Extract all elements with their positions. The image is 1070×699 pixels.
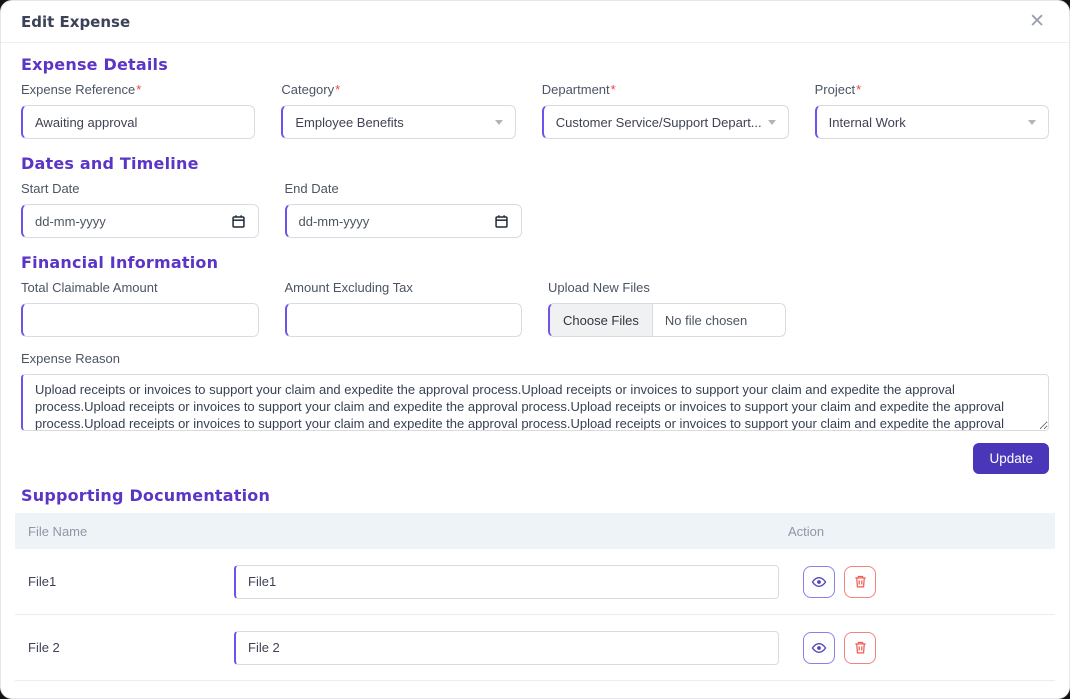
field-expense-reference: Expense Reference* (21, 82, 255, 139)
end-date-label: End Date (285, 181, 523, 196)
expense-reason-label: Expense Reason (21, 351, 1049, 366)
file-chosen-status: No file chosen (653, 313, 759, 328)
section-heading-expense-details: Expense Details (21, 55, 1049, 74)
category-selected-value: Employee Benefits (295, 115, 403, 130)
department-selected-value: Customer Service/Support Depart... (556, 115, 762, 130)
project-selected-value: Internal Work (829, 115, 906, 130)
field-expense-reason: Expense Reason Upload receipts or invoic… (21, 351, 1049, 431)
field-end-date: End Date dd-mm-yyyy (285, 181, 523, 238)
chevron-down-icon (1028, 120, 1036, 125)
file-name-input[interactable] (234, 631, 779, 665)
modal-header: Edit Expense ✕ (1, 1, 1069, 43)
department-select[interactable]: Customer Service/Support Depart... (542, 105, 789, 139)
view-file-button[interactable] (803, 566, 835, 598)
modal-title: Edit Expense (21, 13, 130, 31)
trash-icon (853, 574, 868, 589)
required-asterisk: * (335, 82, 340, 97)
delete-file-button[interactable] (844, 566, 876, 598)
total-claimable-label: Total Claimable Amount (21, 280, 259, 295)
table-row: File 2 (15, 615, 1055, 681)
trash-icon (853, 640, 868, 655)
expense-details-grid: Expense Reference* Category* Employee Be… (21, 82, 1049, 139)
update-row: Update (1, 443, 1069, 474)
required-asterisk: * (611, 82, 616, 97)
expense-reference-input[interactable] (21, 105, 255, 139)
row-actions (803, 632, 876, 664)
field-department: Department* Customer Service/Support Dep… (542, 82, 789, 139)
eye-icon (811, 574, 827, 590)
supporting-documentation-section: Supporting Documentation File Name Actio… (1, 486, 1069, 681)
chevron-down-icon (495, 120, 503, 125)
delete-file-button[interactable] (844, 632, 876, 664)
start-date-label: Start Date (21, 181, 259, 196)
field-project: Project* Internal Work (815, 82, 1049, 139)
chevron-down-icon (768, 120, 776, 125)
choose-files-button[interactable]: Choose Files (550, 304, 653, 336)
end-date-placeholder: dd-mm-yyyy (299, 214, 370, 229)
required-asterisk: * (856, 82, 861, 97)
file-upload-input[interactable]: Choose Files No file chosen (548, 303, 786, 337)
field-upload-files: Upload New Files Choose Files No file ch… (548, 280, 786, 337)
update-button[interactable]: Update (973, 443, 1049, 474)
amount-excluding-tax-input[interactable] (285, 303, 523, 337)
row-actions (803, 566, 876, 598)
section-heading-dates: Dates and Timeline (21, 154, 1049, 173)
category-label: Category* (281, 82, 515, 97)
close-icon[interactable]: ✕ (1025, 10, 1049, 33)
project-label: Project* (815, 82, 1049, 97)
dates-grid: Start Date dd-mm-yyyy End Date dd-mm-yyy… (21, 181, 1049, 238)
financial-grid: Total Claimable Amount Amount Excluding … (21, 280, 1049, 337)
calendar-icon[interactable] (494, 214, 509, 229)
category-select[interactable]: Employee Benefits (281, 105, 515, 139)
documents-table-header: File Name Action (15, 513, 1055, 549)
expense-reason-textarea[interactable]: Upload receipts or invoices to support y… (21, 374, 1049, 431)
total-claimable-input[interactable] (21, 303, 259, 337)
amount-excluding-tax-label: Amount Excluding Tax (285, 280, 523, 295)
field-total-claimable: Total Claimable Amount (21, 280, 259, 337)
section-heading-documentation: Supporting Documentation (1, 486, 1069, 505)
file-name-input[interactable] (234, 565, 779, 599)
file-name-text: File1 (28, 574, 234, 589)
field-category: Category* Employee Benefits (281, 82, 515, 139)
start-date-placeholder: dd-mm-yyyy (35, 214, 106, 229)
column-header-file-name: File Name (15, 524, 775, 539)
project-select[interactable]: Internal Work (815, 105, 1049, 139)
department-label: Department* (542, 82, 789, 97)
upload-files-label: Upload New Files (548, 280, 786, 295)
end-date-input[interactable]: dd-mm-yyyy (285, 204, 523, 238)
column-header-action: Action (775, 524, 824, 539)
documents-table: File Name Action File1 File 2 (15, 513, 1055, 681)
field-amount-excluding-tax: Amount Excluding Tax (285, 280, 523, 337)
eye-icon (811, 640, 827, 656)
section-heading-financial: Financial Information (21, 253, 1049, 272)
calendar-icon[interactable] (231, 214, 246, 229)
table-row: File1 (15, 549, 1055, 615)
start-date-input[interactable]: dd-mm-yyyy (21, 204, 259, 238)
field-start-date: Start Date dd-mm-yyyy (21, 181, 259, 238)
expense-reference-label: Expense Reference* (21, 82, 255, 97)
required-asterisk: * (136, 82, 141, 97)
view-file-button[interactable] (803, 632, 835, 664)
modal-content: Expense Details Expense Reference* Categ… (1, 43, 1069, 431)
edit-expense-modal: Edit Expense ✕ Expense Details Expense R… (0, 0, 1070, 699)
file-name-text: File 2 (28, 640, 234, 655)
